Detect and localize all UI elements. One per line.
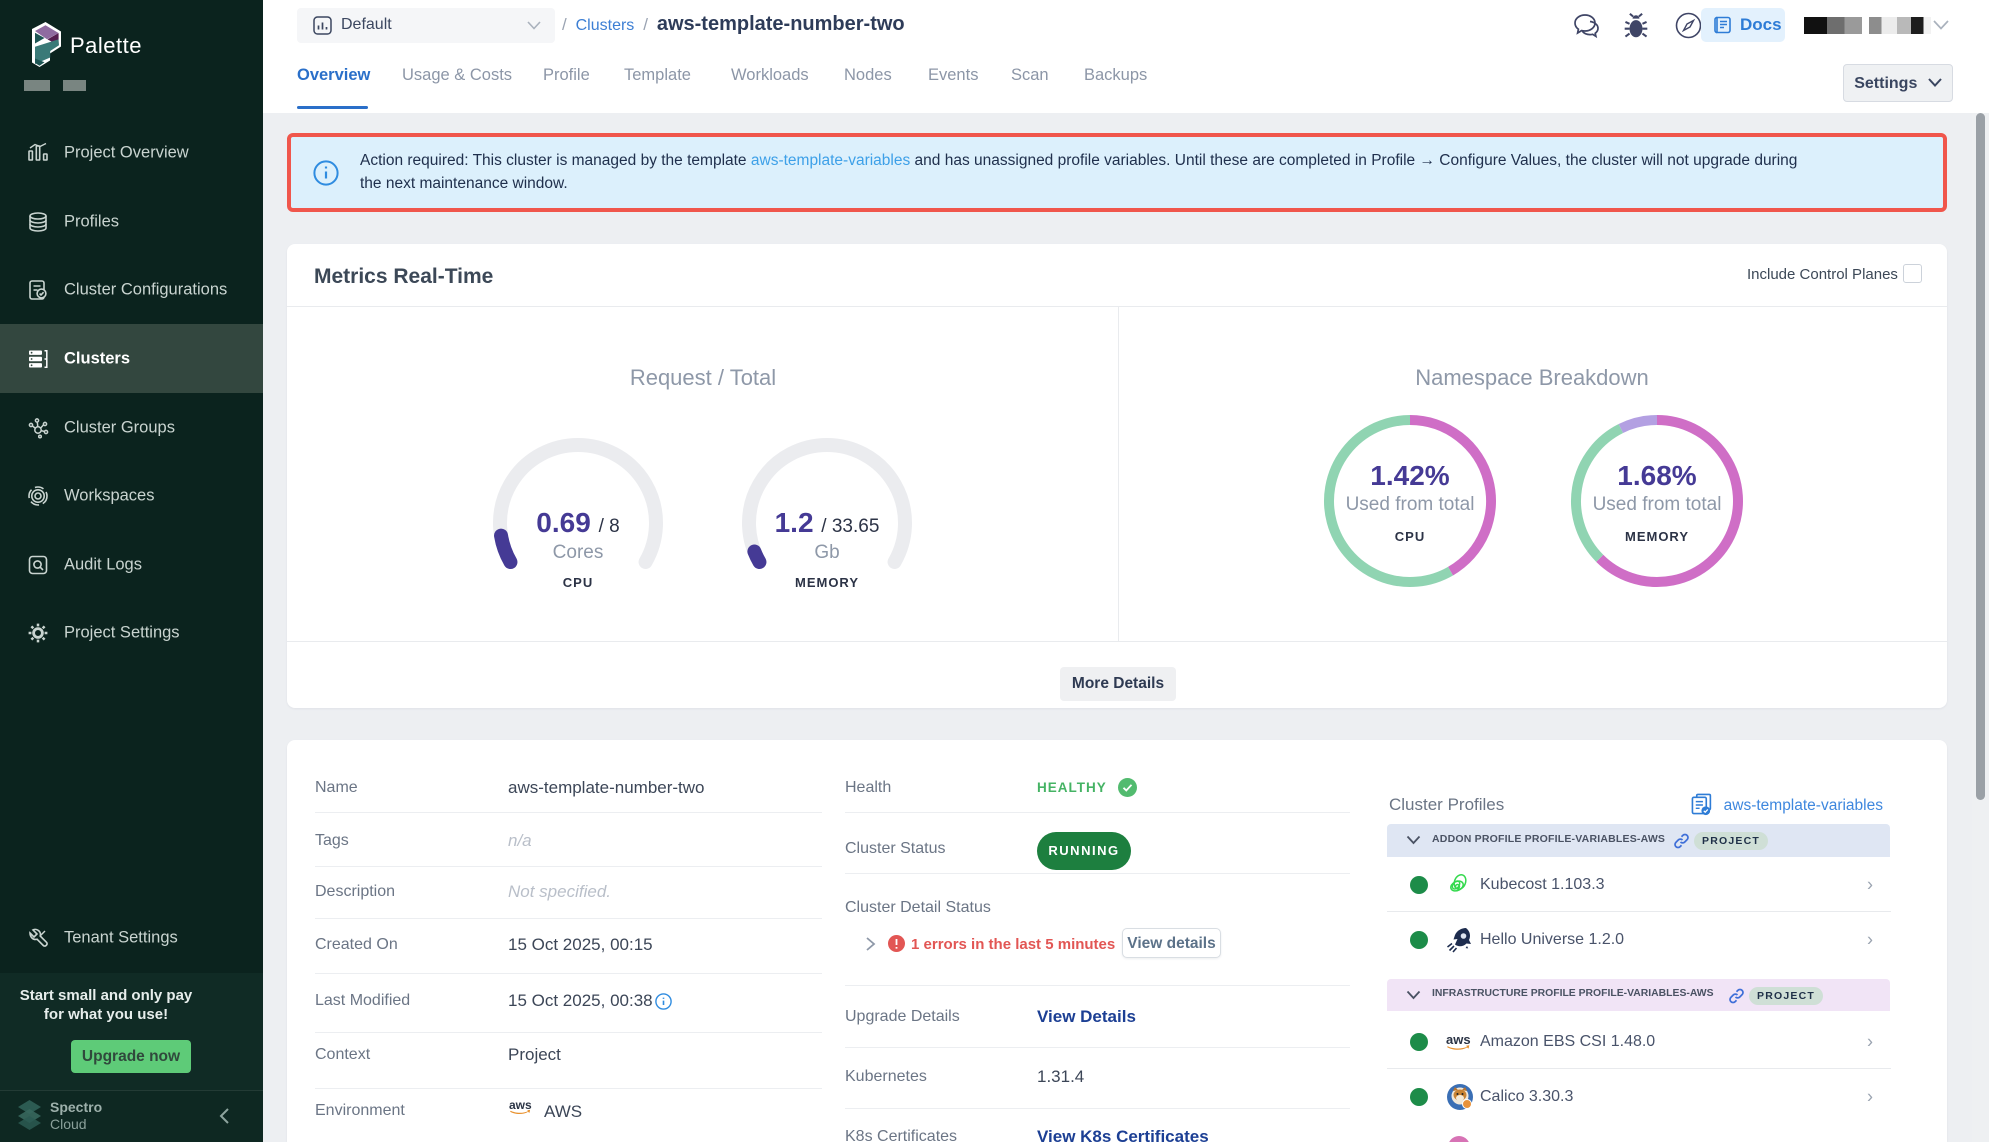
svg-text:aws: aws [1446, 1032, 1471, 1047]
svg-text:aws: aws [509, 1098, 532, 1112]
